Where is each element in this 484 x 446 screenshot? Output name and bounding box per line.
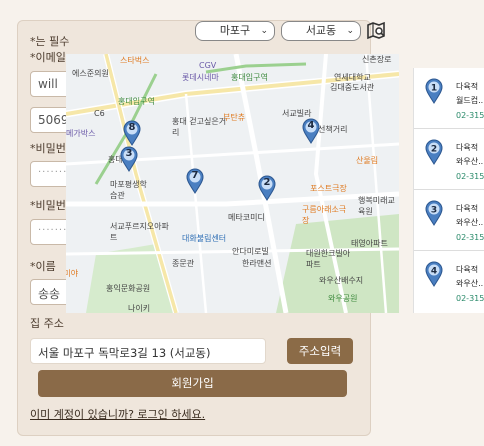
- map-label: 한라맨션: [242, 259, 272, 268]
- list-item-number: 3: [431, 206, 437, 216]
- map-pin-icon: 4: [425, 261, 443, 287]
- map-label: CGV: [199, 61, 217, 70]
- list-item-address: 와우산..: [456, 218, 484, 227]
- map-label: C6: [94, 109, 105, 118]
- map-pin-icon: 2: [425, 139, 443, 165]
- map-label: 태영아파트: [351, 239, 388, 248]
- map-pin-7[interactable]: 7: [186, 168, 204, 194]
- map-label: 김대중도서관: [330, 83, 375, 92]
- map-pin-number: 3: [125, 148, 133, 159]
- map-label: 신촌장로: [362, 55, 392, 64]
- map-label: 산울림: [356, 156, 379, 165]
- district-select[interactable]: 마포구 ⌄: [195, 21, 275, 41]
- email-label: *이메일: [30, 51, 66, 64]
- list-item-name: 다육적: [456, 143, 479, 152]
- dong-select-value: 서교동: [305, 24, 337, 37]
- map-label: 종문관: [172, 259, 195, 268]
- map-label: 메가박스: [66, 129, 96, 138]
- map-label: 스타벅스: [120, 56, 150, 65]
- address-field[interactable]: 서울 마포구 독막로3길 13 (서교동): [30, 338, 266, 364]
- list-item-number: 4: [431, 267, 437, 277]
- list-item-phone: 02-315: [456, 111, 484, 120]
- map-label: 와우산배수지: [319, 276, 364, 285]
- map-label: 와우공원: [328, 294, 358, 303]
- map-label: 구름아래소극장: [302, 205, 347, 225]
- list-item-address: 와우산..: [456, 157, 484, 166]
- address-input-button[interactable]: 주소입력: [287, 338, 353, 364]
- map-pin-8[interactable]: 8: [123, 120, 141, 146]
- map-label: 나이키: [128, 304, 151, 313]
- chevron-down-icon: ⌄: [260, 26, 268, 36]
- map-pin-number: 4: [307, 120, 315, 131]
- map-label: 에스준의원: [72, 69, 109, 78]
- results-list: 1 다육적 월드컵.. 02-315 2 다육적 와우산.. 02-315 3 …: [413, 68, 484, 313]
- district-select-value: 마포구: [219, 24, 251, 37]
- list-item[interactable]: 2 다육적 와우산.. 02-315: [414, 129, 484, 190]
- list-item[interactable]: 4 다육적 와우산.. 02-315: [414, 251, 484, 311]
- name-label: *이름: [30, 260, 56, 273]
- map-pin-2[interactable]: 2: [258, 175, 276, 201]
- map-search-icon[interactable]: [366, 21, 386, 41]
- list-item-address: 와우산..: [456, 279, 484, 288]
- map-label: 대화불림센터: [182, 234, 227, 243]
- list-item[interactable]: 1 다육적 월드컵.. 02-315: [414, 68, 484, 129]
- list-item-phone: 02-315: [456, 172, 484, 181]
- list-item-address: 월드컵..: [456, 96, 484, 105]
- address-label: 집 주소: [30, 317, 64, 330]
- map-label: 서교푸르지오아파트: [110, 222, 169, 242]
- password-confirm-label: *비밀번: [30, 199, 66, 212]
- map-pin-icon: 1: [425, 78, 443, 104]
- map-label: 홍대입구역: [231, 73, 268, 82]
- map-label: 포스트극장: [310, 184, 347, 193]
- signup-button[interactable]: 회원가입: [38, 370, 347, 397]
- list-item-phone: 02-315: [456, 233, 484, 242]
- map-label: 홍익문화공원: [106, 284, 151, 293]
- map-label: 대원한크빌아파트: [306, 249, 351, 269]
- list-item-name: 다육적: [456, 82, 479, 91]
- dong-select[interactable]: 서교동 ⌄: [281, 21, 361, 41]
- list-item-number: 1: [431, 84, 437, 94]
- list-item-name: 다육적: [456, 204, 479, 213]
- map-pin-4[interactable]: 4: [302, 118, 320, 144]
- map-label: 마포평생학습관: [110, 180, 147, 200]
- map-view[interactable]: 스타벅스 에스준의원 CGV 롯데시네마 홍대입구역 신촌장로 연세대학교 김대…: [66, 54, 399, 313]
- map-pin-3[interactable]: 3: [120, 146, 138, 172]
- map-pin-number: 2: [263, 177, 271, 188]
- chevron-down-icon: ⌄: [346, 26, 354, 36]
- list-item-number: 2: [431, 145, 437, 155]
- map-label: 카미야: [66, 269, 79, 278]
- map-label: 롯데시네마: [182, 73, 219, 82]
- map-label: 선책거리: [318, 125, 348, 134]
- map-label: 안다미로빌: [232, 247, 269, 256]
- password-label: *비밀번: [30, 142, 66, 155]
- map-label: 행복미래교육원: [358, 196, 395, 216]
- map-label: 부탄츄: [223, 113, 246, 122]
- map-pin-icon: 3: [425, 200, 443, 226]
- list-item-name: 다육적: [456, 265, 479, 274]
- map-label: 홍대입구역: [118, 97, 155, 106]
- map-label: 메타코미디: [228, 213, 265, 222]
- map-pin-number: 7: [191, 170, 199, 181]
- required-note: *는 필수: [30, 35, 70, 48]
- login-link[interactable]: 이미 계정이 있습니까? 로그인 하세요.: [30, 406, 205, 422]
- list-item[interactable]: 3 다육적 와우산.. 02-315: [414, 190, 484, 251]
- list-item-phone: 02-315: [456, 294, 484, 303]
- map-pin-number: 8: [128, 122, 136, 133]
